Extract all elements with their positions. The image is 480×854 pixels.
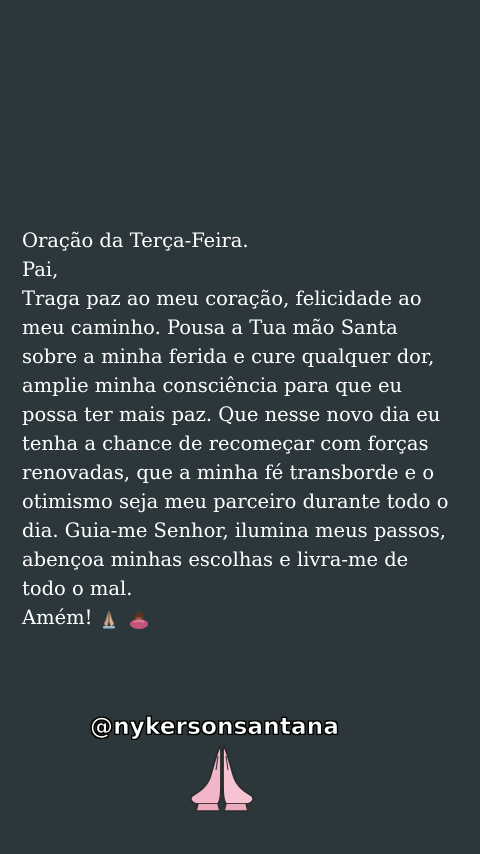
person-bowing-icon (128, 609, 150, 629)
amen-line: Amém! (22, 603, 462, 632)
prayer-title: Oração da Terça-Feira. (22, 229, 249, 252)
praying-hands-icon (99, 609, 119, 629)
prayer-line: sobre a minha ferida e cure qualquer dor… (22, 345, 435, 368)
prayer-line: amplie minha consciência para que eu (22, 374, 403, 397)
praying-hands-sticker-icon (184, 742, 260, 812)
prayer-line: Traga paz ao meu coração, felicidade ao (22, 287, 422, 310)
prayer-line: meu caminho. Pousa a Tua mão Santa (22, 316, 398, 339)
prayer-line: tenha a chance de recomeçar com forças (22, 432, 429, 455)
prayer-line: possa ter mais paz. Que nesse novo dia e… (22, 403, 441, 426)
prayer-line: otimismo seja meu parceiro durante todo … (22, 490, 449, 513)
prayer-line: Pai, (22, 258, 59, 281)
prayer-line: abençoa minhas escolhas e livra-me de (22, 548, 409, 571)
instagram-handle[interactable]: @nykersonsantana (90, 714, 339, 741)
prayer-text: Oração da Terça-Feira. Pai, Traga paz ao… (22, 226, 462, 632)
prayer-line: dia. Guia-me Senhor, ilumina meus passos… (22, 519, 446, 542)
prayer-line: todo o mal. (22, 577, 133, 600)
amen-text: Amém! (22, 606, 93, 629)
prayer-line: renovadas, que a minha fé transborde e o (22, 461, 435, 484)
